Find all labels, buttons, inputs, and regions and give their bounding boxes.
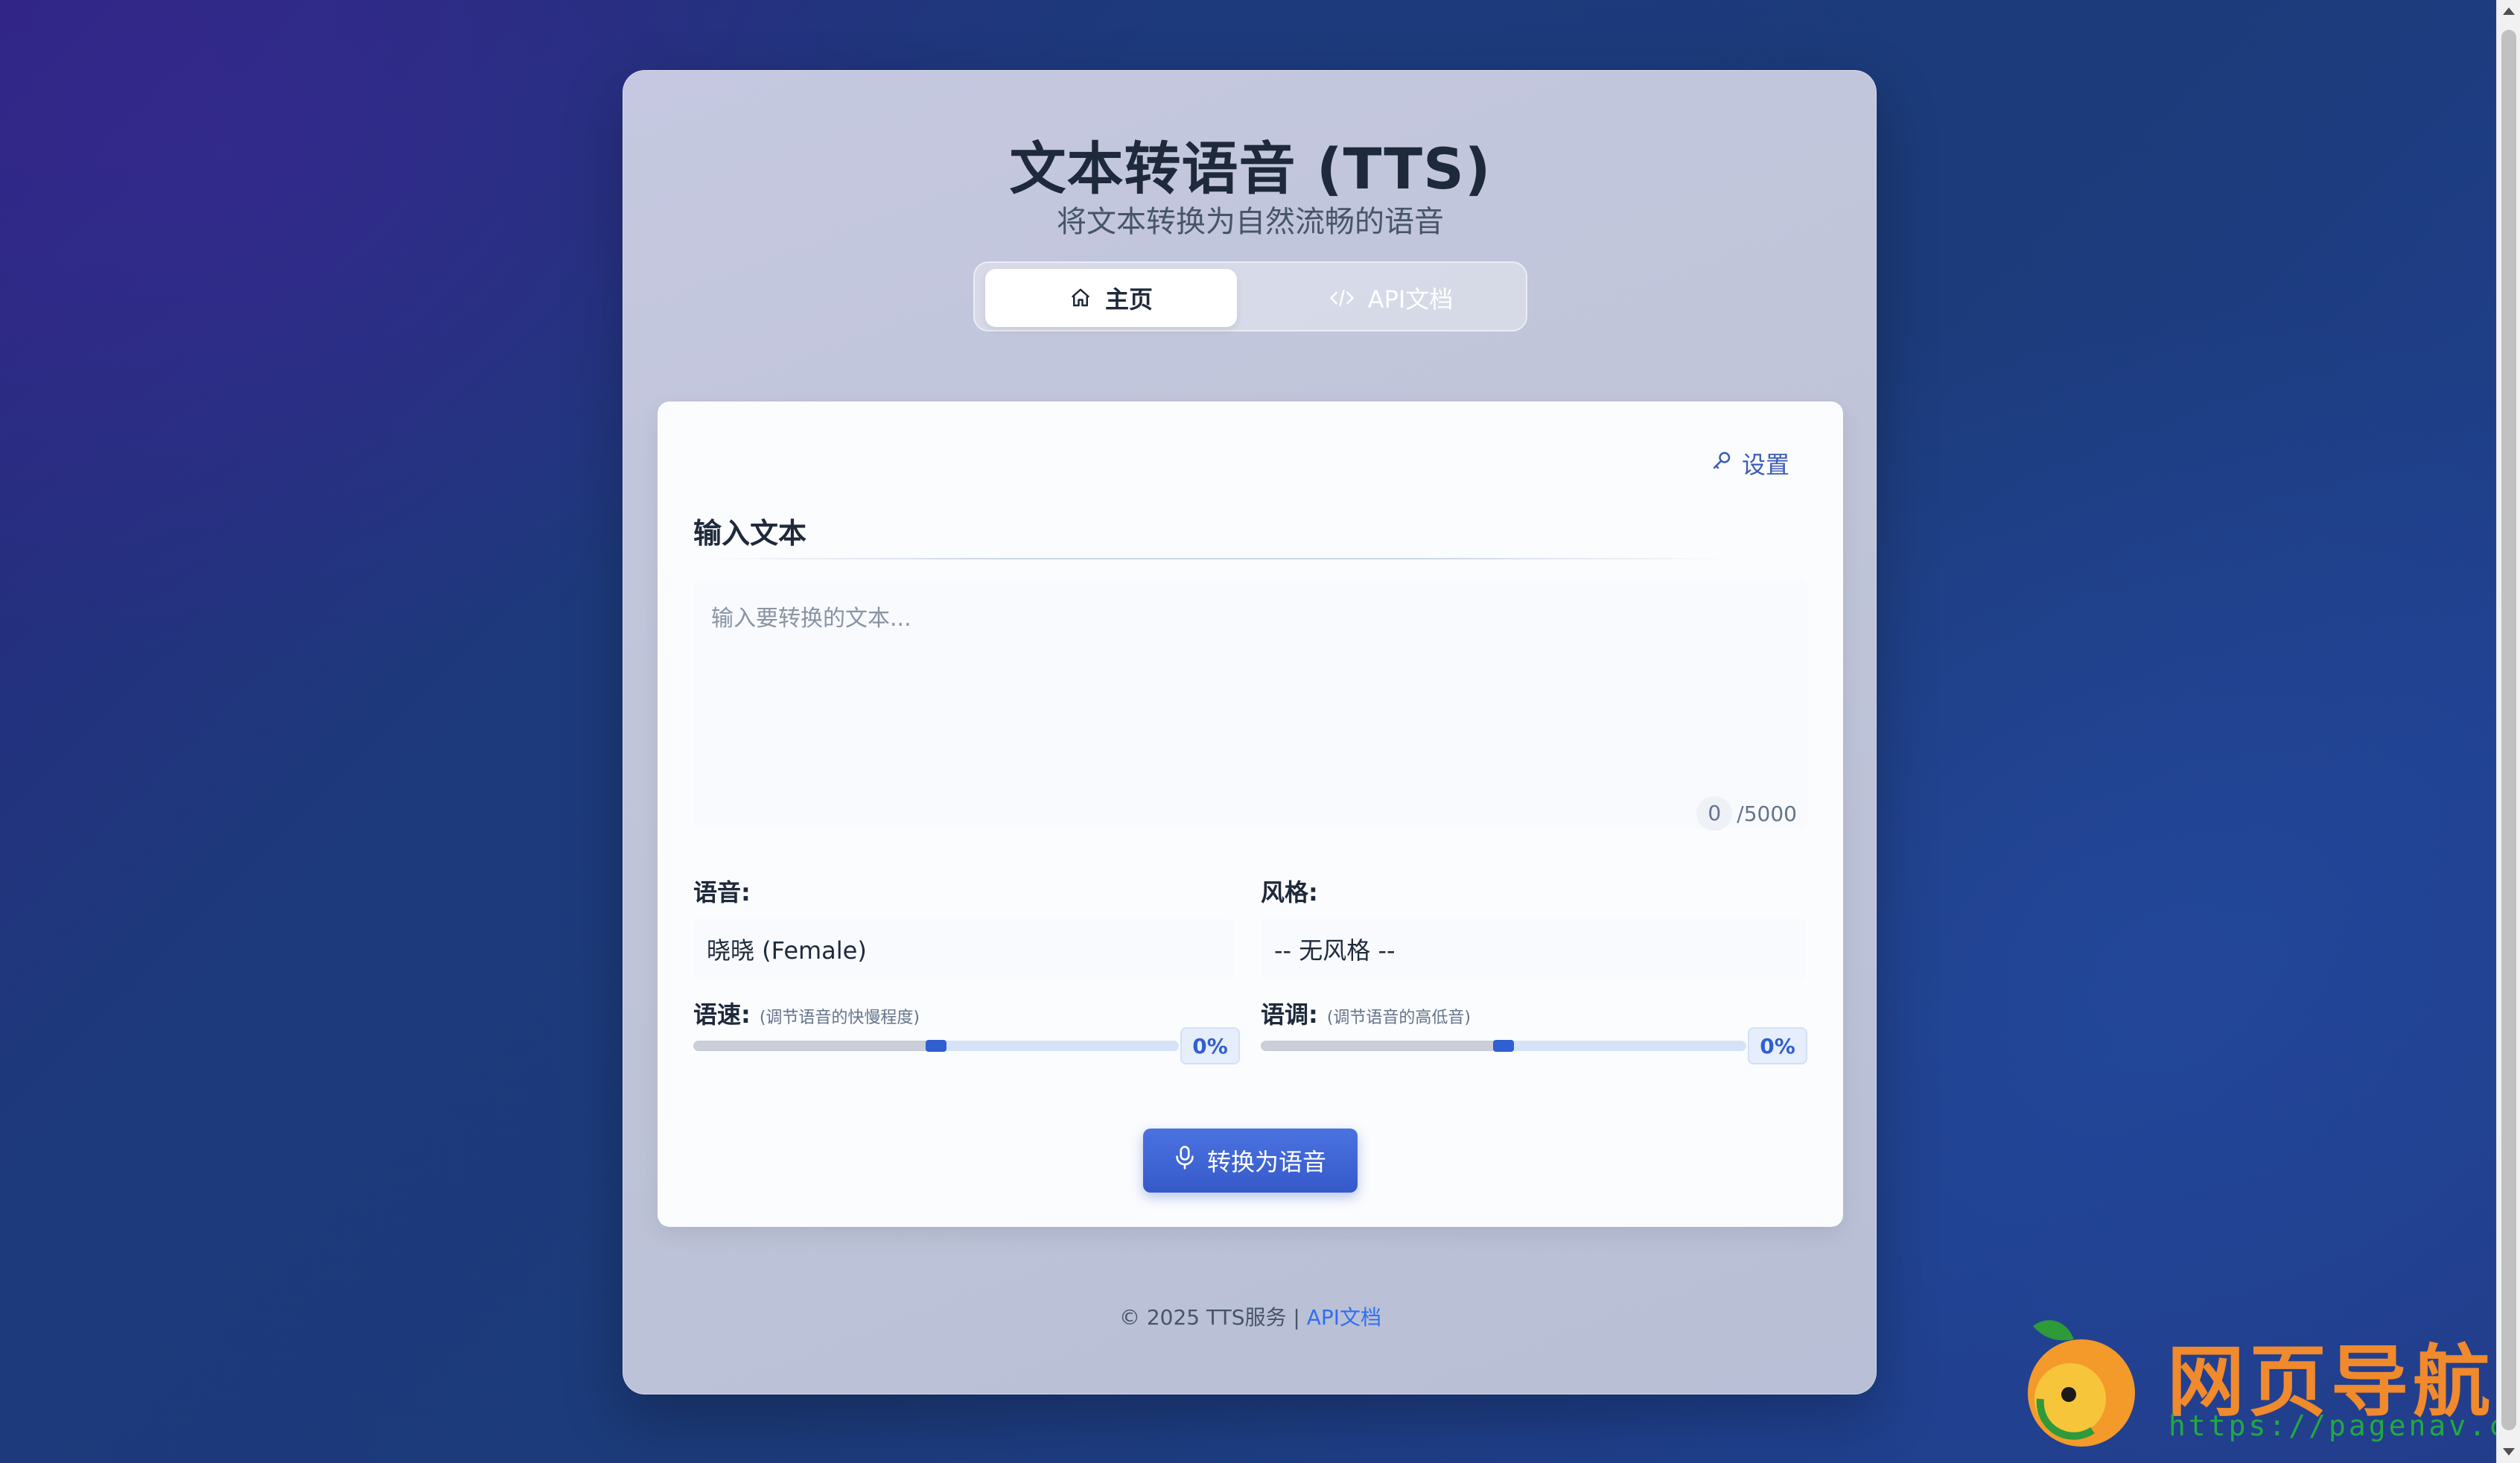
watermark-logo: 网页导航 https://pagenav.com [2011,1311,2520,1460]
page-subtitle: 将文本转换为自然流畅的语音 [1057,205,1444,239]
convert-button-label: 转换为语音 [1206,1148,1326,1176]
text-input[interactable] [693,580,1807,829]
scrollbar-thumb[interactable] [2501,30,2516,1430]
style-label: 风格: [1261,878,1318,907]
tab-bar: 主页 API文档 [973,261,1527,331]
char-counter: 0 /5000 [1696,796,1797,831]
footer-copyright: © 2025 TTS服务 | [1119,1305,1307,1330]
char-count-current: 0 [1696,796,1733,831]
tab-api-docs-label: API文档 [1367,285,1454,314]
section-title: 输入文本 [693,517,807,550]
voice-select[interactable]: 晓晓 (Female) [693,918,1234,980]
pitch-label: 语调: [1261,1000,1318,1029]
divider [693,558,1736,559]
pitch-value: 0% [1748,1027,1807,1064]
scroll-up-arrow-icon[interactable] [2503,7,2515,15]
home-icon [1069,287,1092,309]
pitch-label-group: 语调: (调节语音的高低音) [1261,996,1471,1030]
char-count-max: /5000 [1737,801,1797,826]
convert-button[interactable]: 转换为语音 [1143,1129,1358,1193]
settings-button[interactable]: 设置 [1711,446,1789,480]
code-icon [1329,287,1355,309]
tab-home-label: 主页 [1104,285,1153,314]
rate-value: 0% [1180,1027,1240,1064]
rate-slider-thumb[interactable] [926,1040,946,1052]
tts-form-panel: 设置 输入文本 0 /5000 语音: 晓晓 (Female) 风格: -- 无… [658,402,1843,1227]
rate-hint: (调节语音的快慢程度) [759,1009,920,1027]
key-icon [1711,449,1733,477]
scroll-down-arrow-icon[interactable] [2503,1448,2515,1456]
tab-api-docs[interactable]: API文档 [1265,269,1517,327]
style-select[interactable]: -- 无风格 -- [1261,918,1806,980]
page-title: 文本转语音 (TTS) [1009,136,1492,202]
settings-label: 设置 [1741,451,1789,479]
pitch-hint: (调节语音的高低音) [1326,1009,1471,1027]
microphone-icon [1174,1145,1195,1176]
orange-logo-icon [2028,1320,2135,1447]
voice-label: 语音: [693,878,751,907]
main-card: 文本转语音 (TTS) 将文本转换为自然流畅的语音 主页 API文档 设置 输入… [623,70,1877,1394]
scrollbar[interactable] [2496,0,2520,1463]
watermark-url: https://pagenav.com [2169,1409,2520,1442]
pitch-slider-thumb[interactable] [1493,1040,1514,1052]
rate-label-group: 语速: (调节语音的快慢程度) [693,996,920,1030]
tab-home[interactable]: 主页 [985,269,1237,327]
footer: © 2025 TTS服务 | API文档 [623,1301,1877,1331]
rate-label: 语速: [693,1000,751,1029]
footer-api-docs-link[interactable]: API文档 [1307,1305,1381,1330]
